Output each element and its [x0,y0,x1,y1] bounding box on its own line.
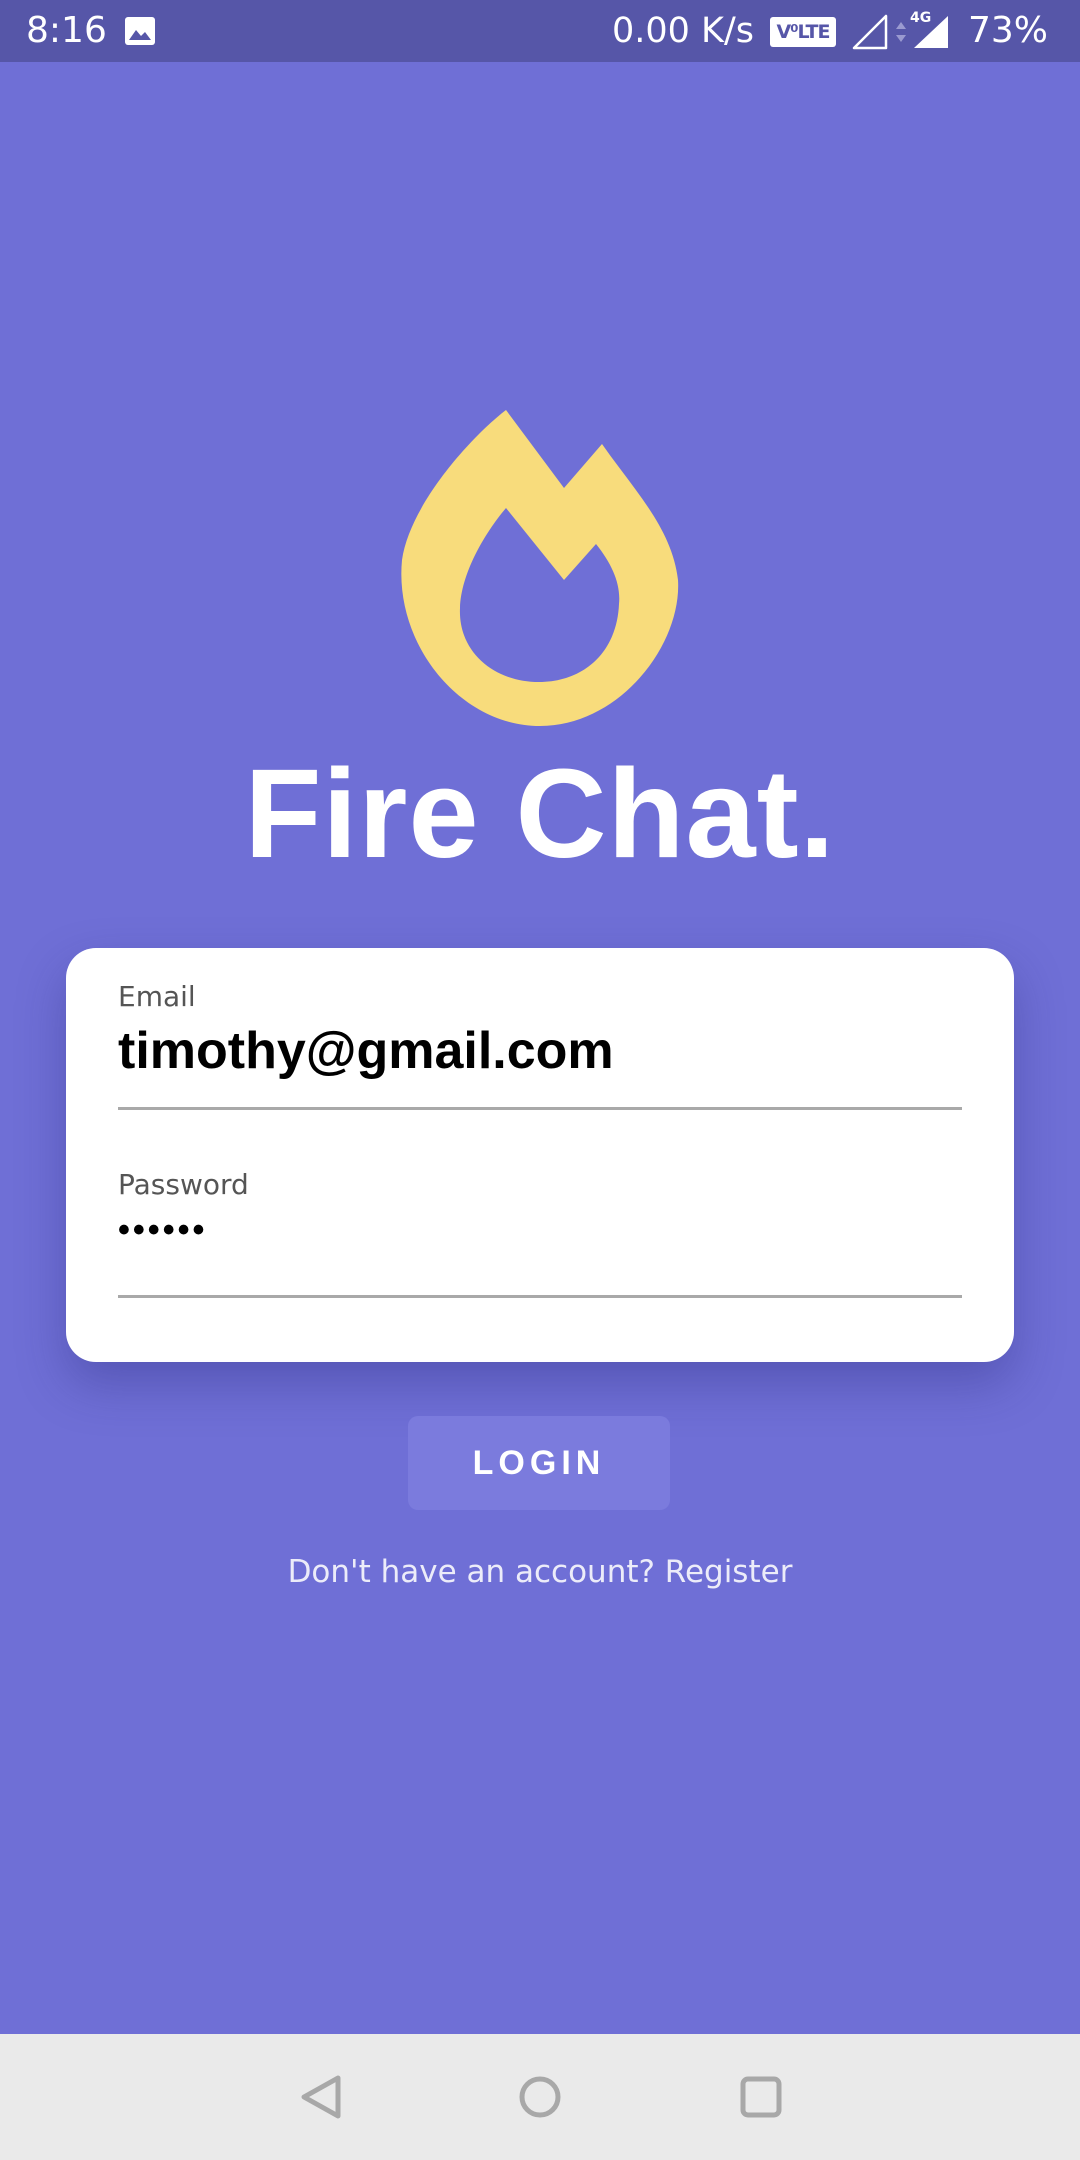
status-bar: 8:16 0.00 K/s V⁰LTE 4G 73% [0,0,1080,62]
recents-icon[interactable] [738,2074,784,2120]
back-icon[interactable] [298,2074,344,2120]
home-icon[interactable] [517,2074,563,2120]
app-title: Fire Chat. [244,743,836,884]
register-link[interactable]: Don't have an account? Register [0,1550,1080,1594]
login-card: Email timothy@gmail.com Password •••••• [66,948,1014,1362]
data-arrows-icon [896,22,906,42]
status-time: 8:16 [26,10,107,51]
password-underline [118,1295,962,1298]
navigation-bar [0,2034,1080,2160]
battery-percentage: 73% [968,10,1049,51]
signal-icon [852,14,888,50]
password-field[interactable]: •••••• [118,1210,207,1250]
password-label: Password [118,1168,249,1201]
email-label: Email [118,980,196,1013]
gallery-icon [125,17,155,45]
login-button[interactable]: LOGIN [408,1416,670,1510]
flame-icon [401,410,679,726]
signal-4g-icon [914,16,948,48]
net-speed: 0.00 K/s [612,11,755,51]
email-underline [118,1107,962,1110]
volte-icon: V⁰LTE [770,17,836,47]
email-field[interactable]: timothy@gmail.com [118,1022,614,1080]
